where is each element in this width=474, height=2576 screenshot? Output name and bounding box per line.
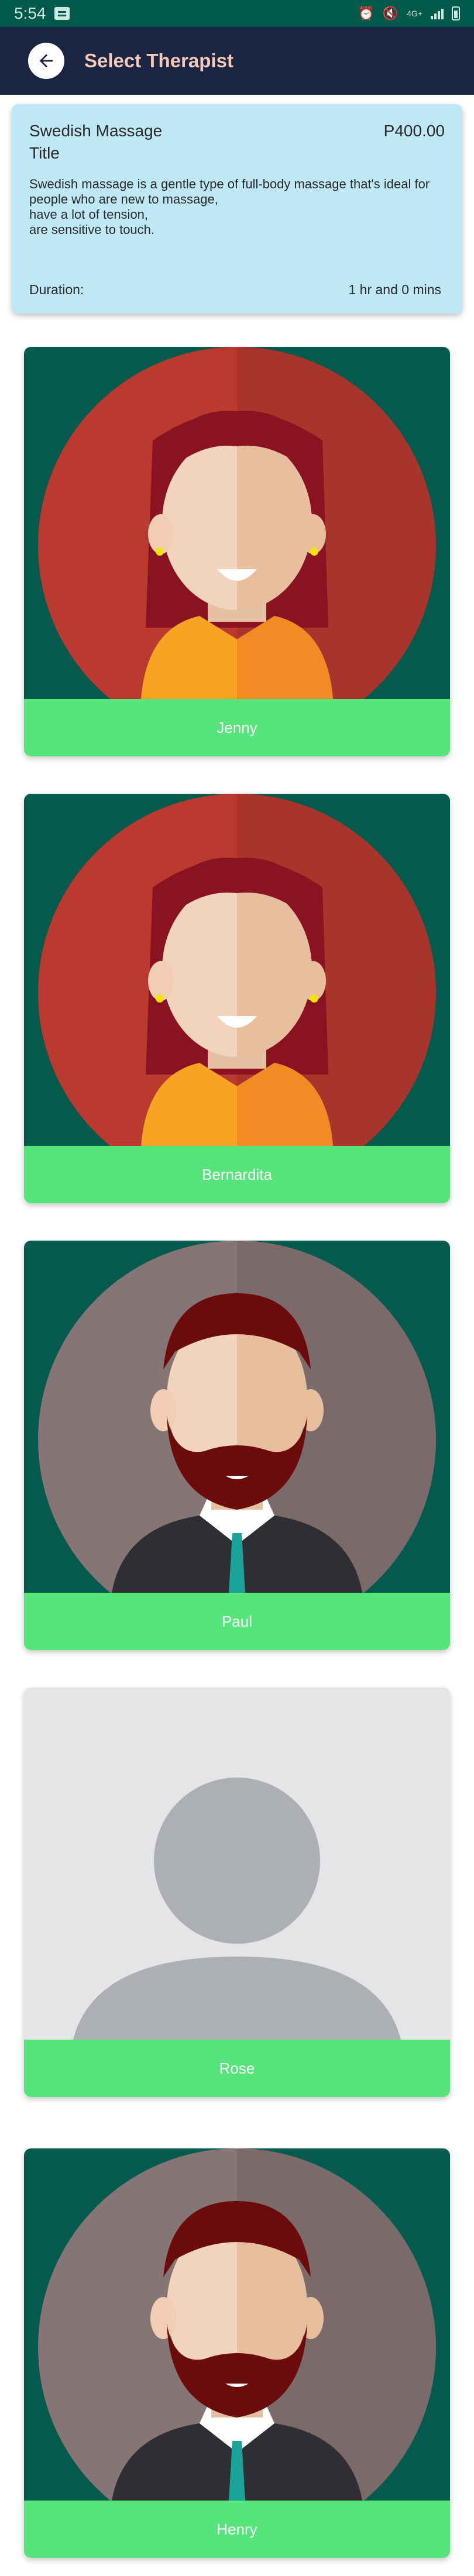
message-notification-icon [54, 7, 70, 20]
service-name: Swedish Massage [29, 122, 163, 140]
duration-label: Duration: [29, 282, 84, 297]
mute-icon: 🔇 [382, 6, 399, 20]
therapist-name: Jenny [24, 699, 450, 756]
duration-value: 1 hr and 0 mins [348, 282, 441, 297]
battery-icon [452, 6, 460, 20]
therapist-name: Paul [24, 1593, 450, 1650]
therapist-name: Henry [24, 2501, 450, 2558]
male-avatar-image [24, 1241, 450, 1593]
therapist-card[interactable]: Rose [24, 1688, 450, 2097]
male-avatar-image [24, 2148, 450, 2501]
therapist-name: Bernardita [24, 1146, 450, 1203]
arrow-left-icon [39, 54, 53, 68]
service-price: P400.00 [383, 122, 445, 140]
service-card: Swedish Massage P400.00 Title Swedish ma… [12, 104, 462, 314]
alarm-icon: ⏰ [358, 6, 375, 20]
app-bar: Select Therapist [0, 27, 474, 95]
placeholder-avatar-image [24, 1688, 450, 2040]
female-avatar-image [24, 794, 450, 1146]
female-avatar-image [24, 347, 450, 699]
therapist-card[interactable]: Jenny [24, 347, 450, 756]
signal-icon [431, 8, 444, 19]
therapist-name: Rose [24, 2040, 450, 2097]
status-bar: 5:54 ⏰ 🔇 4G+ [0, 0, 474, 27]
therapist-card[interactable]: Henry [24, 2148, 450, 2558]
page-title: Select Therapist [84, 50, 233, 71]
status-time: 5:54 [14, 4, 46, 22]
service-description: Swedish massage is a gentle type of full… [29, 177, 430, 237]
therapist-card[interactable]: Paul [24, 1241, 450, 1650]
network-type-label: 4G+ [407, 9, 423, 18]
service-subtitle: Title [29, 144, 60, 162]
back-button[interactable] [28, 43, 64, 79]
therapist-card[interactable]: Bernardita [24, 794, 450, 1203]
